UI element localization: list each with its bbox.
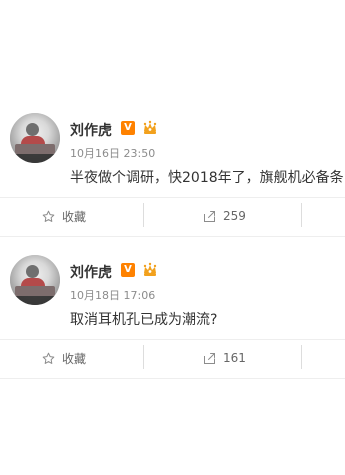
divider <box>0 236 345 237</box>
forward-button[interactable]: 161 <box>201 350 246 366</box>
action-separator <box>143 203 144 227</box>
divider <box>0 339 345 340</box>
favorite-button[interactable]: 收藏 <box>40 350 86 366</box>
verified-icon: V <box>121 121 135 135</box>
star-icon <box>40 208 56 224</box>
share-arrow-icon <box>201 208 217 224</box>
action-separator <box>301 345 302 369</box>
favorite-label: 收藏 <box>62 209 87 224</box>
weibo-feed: 刘作虎 V 10月16日 23:50 半夜做个调研，快2018年了，旗舰机必备条… <box>0 0 345 475</box>
share-arrow-icon <box>201 350 217 366</box>
post-content[interactable]: 半夜做个调研，快2018年了，旗舰机必备条 <box>70 168 345 188</box>
star-icon <box>40 350 56 366</box>
avatar[interactable] <box>10 255 60 305</box>
action-separator <box>301 203 302 227</box>
post-time: 10月16日 23:50 <box>70 147 156 160</box>
post-content[interactable]: 取消耳机孔已成为潮流? <box>70 310 345 330</box>
post-time: 10月18日 17:06 <box>70 289 156 302</box>
forward-count: 259 <box>223 209 246 223</box>
divider <box>0 378 345 379</box>
avatar-head <box>26 123 39 136</box>
avatar-bottom-bar <box>10 296 60 305</box>
divider <box>0 197 345 198</box>
username[interactable]: 刘作虎 <box>70 120 112 140</box>
favorite-button[interactable]: 收藏 <box>40 208 86 224</box>
verified-icon: V <box>121 263 135 277</box>
avatar[interactable] <box>10 113 60 163</box>
forward-count: 161 <box>223 351 246 365</box>
crown-icon <box>143 262 157 276</box>
forward-button[interactable]: 259 <box>201 208 246 224</box>
avatar-desk <box>15 286 55 296</box>
action-separator <box>143 345 144 369</box>
avatar-head <box>26 265 39 278</box>
crown-icon <box>143 120 157 134</box>
avatar-bottom-bar <box>10 154 60 163</box>
username[interactable]: 刘作虎 <box>70 262 112 282</box>
favorite-label: 收藏 <box>62 351 87 366</box>
avatar-desk <box>15 144 55 154</box>
